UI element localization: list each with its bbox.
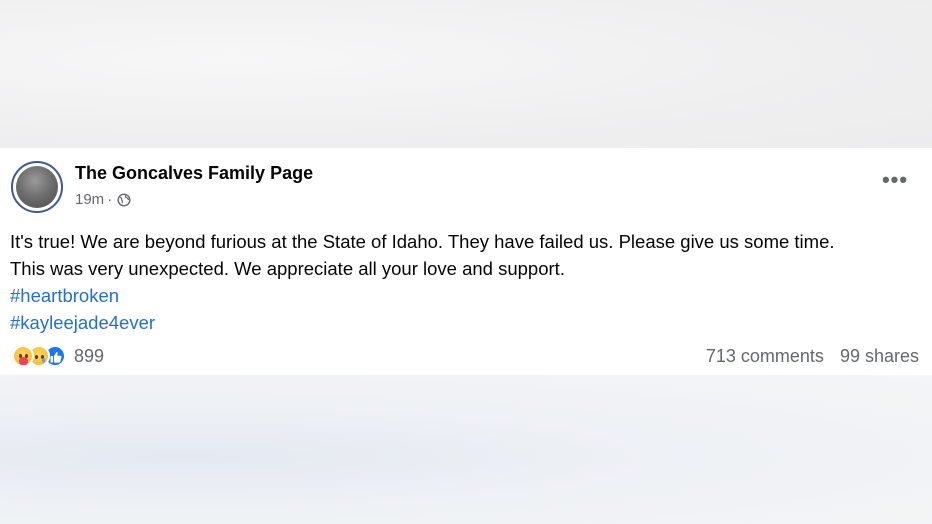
post-text-line-2: This was very unexpected. We appreciate … <box>10 258 565 279</box>
page-avatar[interactable] <box>11 161 63 213</box>
hashtag-kayleejade4ever[interactable]: #kayleejade4ever <box>10 309 925 336</box>
care-reaction-icon <box>12 345 34 367</box>
post-text-line-1: It's true! We are beyond furious at the … <box>10 231 835 252</box>
page-name-link[interactable]: The Goncalves Family Page <box>75 163 313 184</box>
meta-separator: · <box>107 191 113 208</box>
more-options-icon[interactable]: ••• <box>880 169 910 191</box>
background-top <box>0 0 932 148</box>
engagement-stats: 713 comments 99 shares <box>706 346 919 367</box>
background-bottom <box>0 375 932 524</box>
shares-count-link[interactable]: 99 shares <box>840 346 919 367</box>
post-body: It's true! We are beyond furious at the … <box>10 228 925 336</box>
post-timestamp[interactable]: 19m <box>75 191 104 208</box>
post-meta: 19m · <box>75 191 131 208</box>
reactions-summary[interactable]: 899 <box>12 345 104 367</box>
comments-count-link[interactable]: 713 comments <box>706 346 824 367</box>
reaction-count: 899 <box>74 345 105 366</box>
globe-icon <box>117 192 131 207</box>
avatar-image <box>16 166 58 208</box>
hashtag-heartbroken[interactable]: #heartbroken <box>10 282 925 309</box>
facebook-post: The Goncalves Family Page 19m · ••• It's… <box>0 148 932 375</box>
